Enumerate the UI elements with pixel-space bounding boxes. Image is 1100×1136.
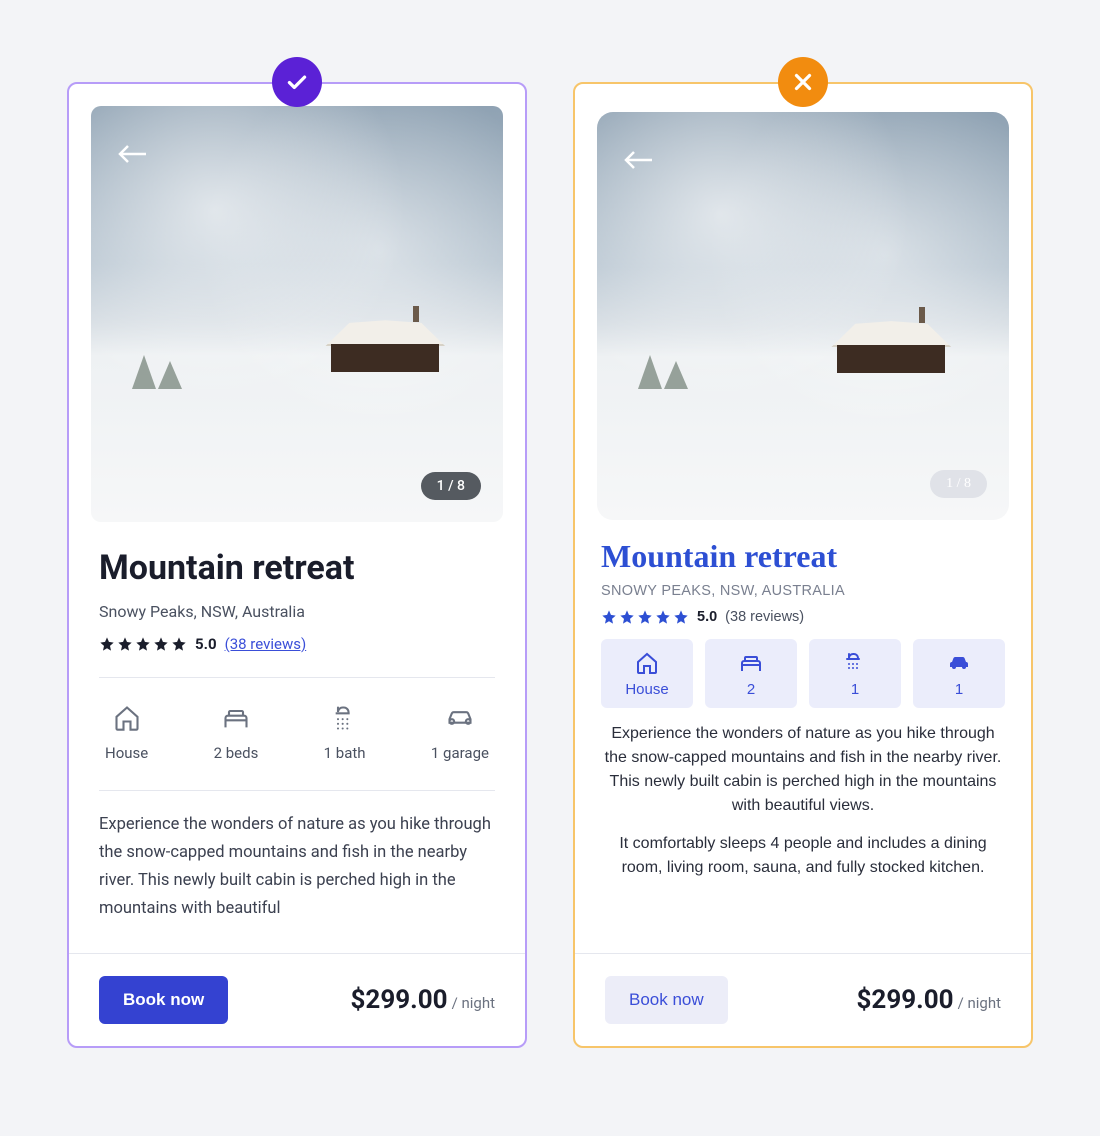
price-amount: $299.00 <box>857 985 954 1015</box>
booking-bar: Book now $299.00/ night <box>575 953 1031 1046</box>
star-icon <box>117 636 133 652</box>
price: $299.00/ night <box>857 985 1001 1015</box>
divider <box>99 790 495 791</box>
listing-title: Mountain retreat <box>601 538 1005 575</box>
image-pager: 1 / 8 <box>930 470 987 498</box>
star-icon <box>619 609 635 625</box>
booking-bar: Book now $299.00/ night <box>69 953 525 1046</box>
hero-image[interactable]: 1 / 8 <box>91 106 503 522</box>
feature-row: House 2 beds 1 bath 1 garage <box>99 698 495 786</box>
price-amount: $299.00 <box>351 985 448 1015</box>
price-unit: / night <box>958 994 1001 1012</box>
bed-icon <box>737 651 765 675</box>
star-rating <box>99 636 187 652</box>
car-icon <box>945 651 973 675</box>
chip-label: 2 <box>747 681 755 698</box>
car-icon <box>445 704 475 732</box>
divider <box>99 677 495 678</box>
rating-row: 5.0 (38 reviews) <box>601 609 1005 625</box>
rating-score: 5.0 <box>195 635 217 653</box>
feature-house: House <box>105 704 148 762</box>
rating-row: 5.0 (38 reviews) <box>99 635 495 653</box>
listing-description: Experience the wonders of nature as you … <box>99 811 495 923</box>
back-button[interactable] <box>116 142 148 166</box>
star-rating <box>601 609 689 625</box>
chip-label: House <box>625 681 668 698</box>
listing-location: Snowy Peaks, NSW, Australia <box>99 602 495 621</box>
chip-house[interactable]: House <box>601 639 693 708</box>
hero-image[interactable]: 1 / 8 <box>597 112 1009 520</box>
chip-garage[interactable]: 1 <box>913 639 1005 708</box>
back-button[interactable] <box>622 148 654 172</box>
check-icon <box>284 69 310 95</box>
feature-garage: 1 garage <box>431 704 489 762</box>
star-icon <box>153 636 169 652</box>
feature-label: 1 garage <box>431 744 489 762</box>
star-icon <box>601 609 617 625</box>
feature-chips: House 2 1 1 <box>601 639 1005 708</box>
star-icon <box>637 609 653 625</box>
feature-label: 2 beds <box>214 744 259 762</box>
star-icon <box>655 609 671 625</box>
arrow-left-icon <box>116 142 148 166</box>
cross-badge <box>778 57 828 107</box>
feature-bath: 1 bath <box>324 704 366 762</box>
reviews-link[interactable]: (38 reviews) <box>225 635 307 653</box>
chip-beds[interactable]: 2 <box>705 639 797 708</box>
price: $299.00/ night <box>351 985 495 1015</box>
reviews-link[interactable]: (38 reviews) <box>725 609 804 625</box>
arrow-left-icon <box>622 148 654 172</box>
star-icon <box>99 636 115 652</box>
chip-label: 1 <box>851 681 859 698</box>
image-pager: 1 / 8 <box>421 472 481 500</box>
listing-description-p1: Experience the wonders of nature as you … <box>601 722 1005 818</box>
close-icon <box>790 69 816 95</box>
feature-beds: 2 beds <box>214 704 259 762</box>
star-icon <box>673 609 689 625</box>
feature-label: House <box>105 744 148 762</box>
bed-icon <box>221 704 251 732</box>
star-icon <box>135 636 151 652</box>
listing-card-good: 1 / 8 Mountain retreat Snowy Peaks, NSW,… <box>67 82 527 1048</box>
book-now-button[interactable]: Book now <box>605 976 728 1024</box>
listing-description-p2: It comfortably sleeps 4 people and inclu… <box>601 832 1005 880</box>
book-now-button[interactable]: Book now <box>99 976 228 1024</box>
house-icon <box>112 704 142 732</box>
shower-icon <box>841 651 869 675</box>
listing-location: SNOWY PEAKS, NSW, AUSTRALIA <box>601 583 1005 599</box>
listing-title: Mountain retreat <box>99 548 495 588</box>
price-unit: / night <box>452 994 495 1012</box>
check-badge <box>272 57 322 107</box>
chip-label: 1 <box>955 681 963 698</box>
star-icon <box>171 636 187 652</box>
chip-bath[interactable]: 1 <box>809 639 901 708</box>
house-icon <box>633 651 661 675</box>
feature-label: 1 bath <box>324 744 366 762</box>
listing-card-bad: 1 / 8 Mountain retreat SNOWY PEAKS, NSW,… <box>573 82 1033 1048</box>
shower-icon <box>330 704 360 732</box>
rating-score: 5.0 <box>697 609 717 625</box>
